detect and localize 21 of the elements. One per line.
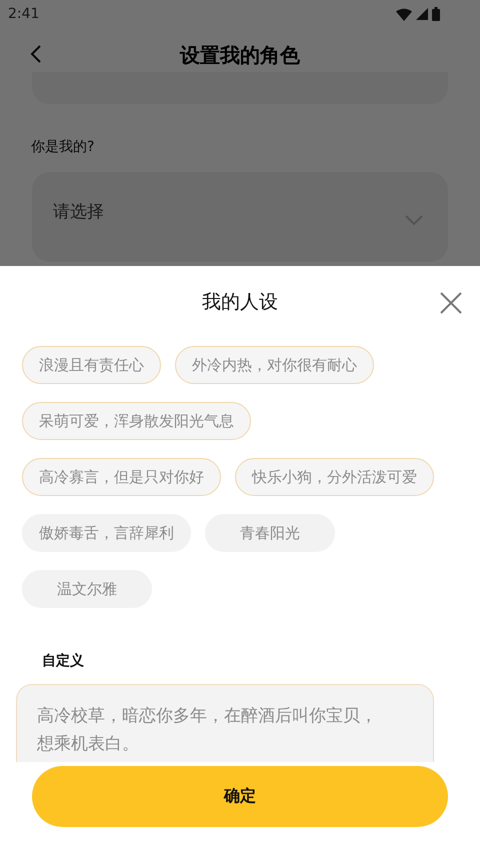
battery-icon <box>432 7 440 21</box>
close-button[interactable] <box>439 291 463 315</box>
trait-tag[interactable]: 浪漫且有责任心 <box>22 346 161 384</box>
trait-tag[interactable]: 高冷寡言，但是只对你好 <box>22 458 221 496</box>
field-label: 你是我的? <box>31 138 96 156</box>
trait-tag[interactable]: 傲娇毒舌，言辞犀利 <box>22 514 191 552</box>
signal-icon <box>416 8 428 20</box>
trait-tag[interactable]: 快乐小狗，分外活泼可爱 <box>235 458 434 496</box>
select-field[interactable]: 请选择 <box>32 172 448 262</box>
page-title: 设置我的角色 <box>180 42 300 68</box>
chevron-down-icon <box>404 214 424 226</box>
wifi-icon <box>396 8 412 20</box>
trait-tag[interactable]: 温文尔雅 <box>22 570 152 608</box>
trait-tag[interactable]: 青春阳光 <box>205 514 335 552</box>
confirm-button[interactable]: 确定 <box>32 766 448 827</box>
status-time: 2:41 <box>8 6 40 22</box>
trait-tag[interactable]: 呆萌可爱，浑身散发阳光气息 <box>22 402 251 440</box>
sheet-title: 我的人设 <box>202 290 278 315</box>
trait-tag[interactable]: 外冷内热，对你很有耐心 <box>175 346 374 384</box>
custom-text-field[interactable]: 高冷校草，暗恋你多年，在醉酒后叫你宝贝，想乘机表白。 <box>16 684 434 762</box>
custom-label: 自定义 <box>42 652 85 670</box>
